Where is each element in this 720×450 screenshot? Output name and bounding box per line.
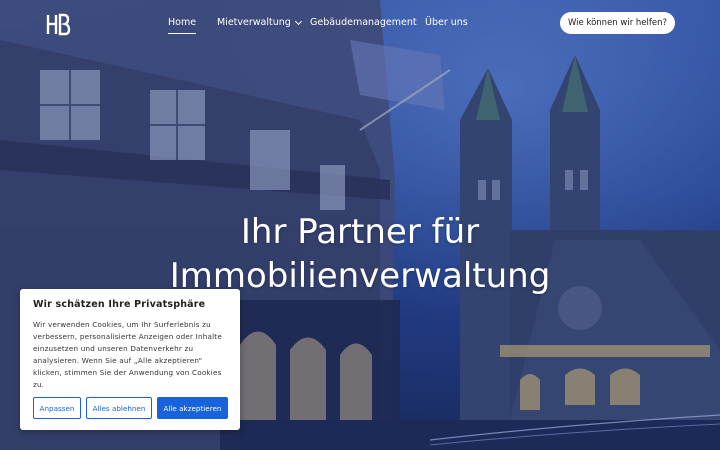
customize-button[interactable]: Anpassen <box>33 397 81 419</box>
hero-headline: Ihr Partner für Immobilienverwaltung <box>0 210 720 298</box>
logo-icon[interactable] <box>45 12 71 36</box>
nav-item-mietverwaltung[interactable]: Mietverwaltung <box>217 17 302 28</box>
cookie-consent-banner: Wir schätzen Ihre Privatsphäre Wir verwe… <box>20 289 240 430</box>
nav-item-home[interactable]: Home <box>168 17 197 34</box>
reject-all-button[interactable]: Alles ablehnen <box>86 397 152 419</box>
nav-item-ueber-uns[interactable]: Über uns <box>425 17 468 28</box>
cookie-banner-actions: Anpassen Alles ablehnen Alle akzeptieren <box>33 397 228 419</box>
chevron-down-icon <box>294 17 302 25</box>
hero-headline-line1: Ihr Partner für <box>240 212 480 252</box>
contact-cta-button[interactable]: Wie können wir helfen? <box>560 12 675 34</box>
cookie-banner-title: Wir schätzen Ihre Privatsphäre <box>33 299 206 310</box>
accept-all-button[interactable]: Alle akzeptieren <box>157 397 228 419</box>
nav-item-mietverwaltung-label: Mietverwaltung <box>217 17 291 28</box>
nav-item-gebaeudemanagement[interactable]: Gebäudemanagement <box>310 17 417 28</box>
cookie-banner-text: Wir verwenden Cookies, um Ihr Surferlebn… <box>33 320 222 389</box>
